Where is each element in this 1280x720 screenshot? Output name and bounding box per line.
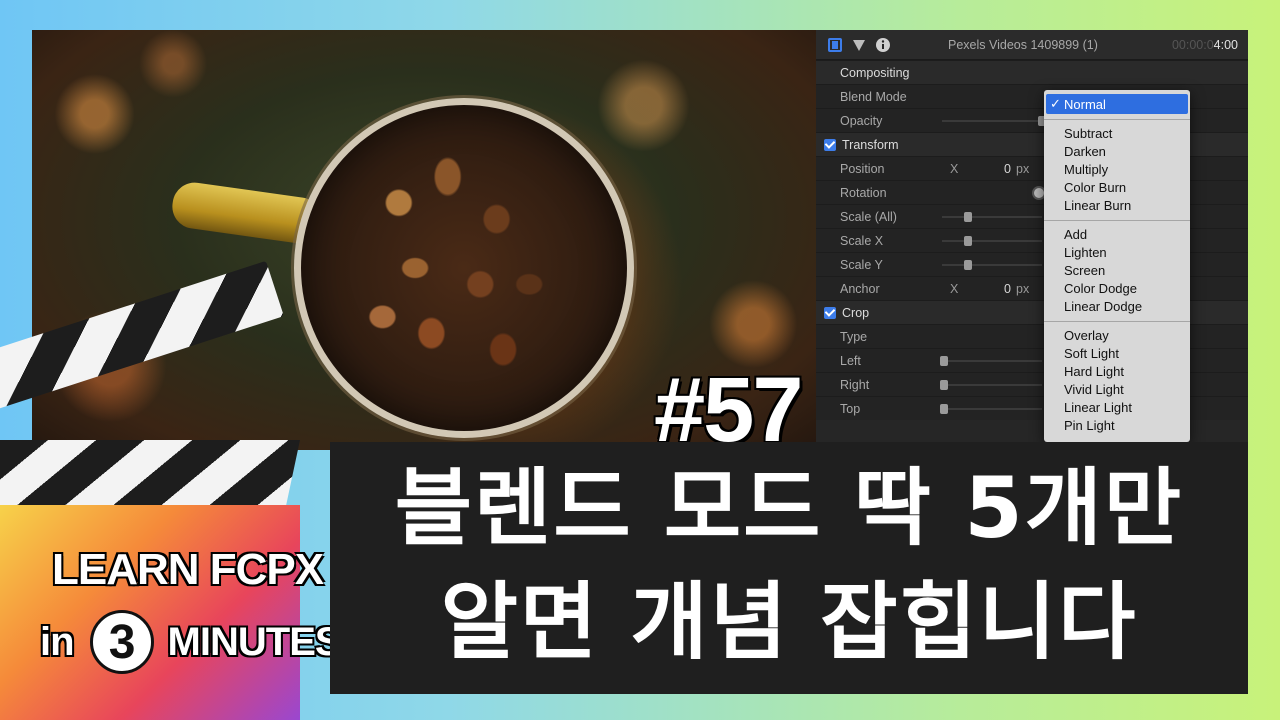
- title-line-2: 알면 개념 잡힙니다: [440, 573, 1138, 671]
- title-box: 블렌드 모드 딱 5개만 알면 개념 잡힙니다: [330, 442, 1248, 694]
- blend-menu-item[interactable]: Pin Light: [1044, 417, 1190, 435]
- scale-x-slider-knob[interactable]: [964, 236, 972, 246]
- scale-all-slider-track[interactable]: [942, 216, 1042, 218]
- in-text: in: [40, 619, 75, 664]
- clip-name: Pexels Videos 1409899 (1): [948, 37, 1098, 52]
- crop-right-label: Right: [840, 377, 870, 392]
- blend-menu-item[interactable]: Screen: [1044, 262, 1190, 280]
- blend-mode-menu: ✓ Normal Subtract Darken Multiply Color …: [1044, 90, 1190, 442]
- position-label: Position: [840, 161, 885, 176]
- position-unit: px: [1016, 161, 1030, 176]
- info-icon[interactable]: [874, 36, 892, 54]
- video-inspector: Pexels Videos 1409899 (1) 00:00:04:00 Co…: [816, 30, 1248, 442]
- crop-left-slider-track[interactable]: [942, 360, 1042, 362]
- blend-mode-label: Blend Mode: [840, 89, 907, 104]
- episode-number: #57: [654, 359, 803, 450]
- position-axis-label: X: [950, 161, 959, 176]
- timecode-dim: 00:00:0: [1171, 37, 1214, 52]
- crop-right-slider-knob[interactable]: [940, 380, 948, 390]
- blend-menu-item[interactable]: Darken: [1044, 143, 1190, 161]
- section-crop-label: Crop: [842, 305, 870, 320]
- transform-checkbox[interactable]: [824, 138, 836, 151]
- blend-menu-item[interactable]: Color Dodge: [1044, 280, 1190, 298]
- blend-menu-item[interactable]: Subtract: [1044, 125, 1190, 143]
- scale-y-slider-track[interactable]: [942, 264, 1042, 266]
- blend-menu-item[interactable]: Multiply: [1044, 161, 1190, 179]
- section-transform-label: Transform: [842, 137, 899, 152]
- blend-menu-selected-label: Normal: [1064, 96, 1106, 112]
- crop-top-label: Top: [840, 401, 861, 416]
- number-circle: 3: [89, 610, 154, 674]
- timecode-bright: 4:00: [1213, 37, 1238, 52]
- blend-menu-item[interactable]: Color Burn: [1044, 179, 1190, 197]
- position-x-value[interactable]: 0: [1004, 162, 1011, 176]
- film-icon[interactable]: [826, 36, 844, 54]
- blend-menu-item[interactable]: Lighten: [1044, 244, 1190, 262]
- scale-all-label: Scale (All): [840, 209, 897, 224]
- timecode: 00:00:04:00: [1172, 38, 1238, 52]
- checkmark-icon: ✓: [1050, 96, 1061, 111]
- scale-y-label: Scale Y: [840, 257, 883, 272]
- coffee-cup-image: [294, 98, 634, 438]
- crop-top-slider-track[interactable]: [942, 408, 1042, 410]
- blend-menu-item-selected[interactable]: ✓ Normal: [1046, 94, 1188, 114]
- filter-icon[interactable]: [850, 36, 868, 54]
- blend-menu-item[interactable]: Overlay: [1044, 327, 1190, 345]
- opacity-slider-track[interactable]: [942, 120, 1042, 122]
- crop-top-slider-knob[interactable]: [940, 404, 948, 414]
- menu-separator: [1044, 119, 1190, 120]
- minutes-text: MINUTES: [167, 619, 342, 664]
- anchor-axis-label: X: [950, 281, 959, 296]
- anchor-x-value[interactable]: 0: [1004, 282, 1011, 296]
- crop-checkbox[interactable]: [824, 306, 836, 319]
- crop-right-slider-track[interactable]: [942, 384, 1042, 386]
- blend-menu-item[interactable]: Add: [1044, 226, 1190, 244]
- anchor-unit: px: [1016, 281, 1030, 296]
- crop-left-label: Left: [840, 353, 861, 368]
- scale-y-slider-knob[interactable]: [964, 260, 972, 270]
- inspector-header: Pexels Videos 1409899 (1) 00:00:04:00: [816, 30, 1248, 60]
- menu-separator: [1044, 321, 1190, 322]
- blend-menu-item[interactable]: Soft Light: [1044, 345, 1190, 363]
- section-compositing-label: Compositing: [840, 65, 910, 80]
- blend-menu-item[interactable]: Linear Dodge: [1044, 298, 1190, 316]
- scale-all-slider-knob[interactable]: [964, 212, 972, 222]
- title-line-1: 블렌드 모드 딱 5개만: [394, 459, 1184, 557]
- crop-left-slider-knob[interactable]: [940, 356, 948, 366]
- menu-separator: [1044, 220, 1190, 221]
- scale-x-slider-track[interactable]: [942, 240, 1042, 242]
- blend-menu-item[interactable]: Vivid Light: [1044, 381, 1190, 399]
- learn-fcpx-text: LEARN FCPX: [52, 545, 324, 594]
- scale-x-label: Scale X: [840, 233, 884, 248]
- blend-menu-item[interactable]: Linear Burn: [1044, 197, 1190, 215]
- blend-menu-item[interactable]: Linear Light: [1044, 399, 1190, 417]
- anchor-label: Anchor: [840, 281, 880, 296]
- opacity-label: Opacity: [840, 113, 883, 128]
- section-compositing[interactable]: Compositing: [816, 60, 1248, 84]
- rotation-label: Rotation: [840, 185, 887, 200]
- in-3-minutes-text: in 3 MINUTES: [40, 610, 342, 674]
- crop-type-label: Type: [840, 329, 868, 344]
- blend-menu-item[interactable]: Hard Light: [1044, 363, 1190, 381]
